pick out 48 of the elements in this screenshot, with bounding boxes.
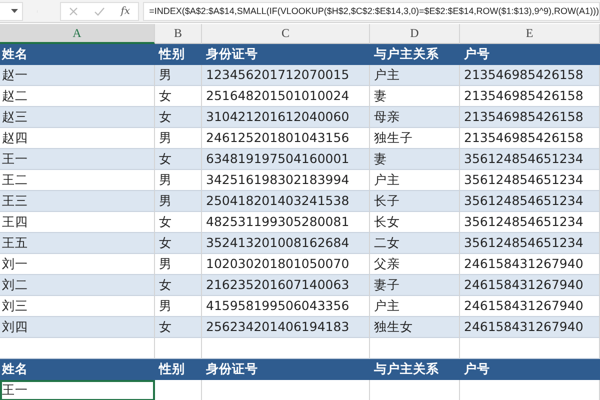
table-cell: 独生女: [370, 317, 460, 338]
header-cell: 身份证号: [202, 359, 370, 380]
table-cell: 王五: [0, 233, 155, 254]
table-cell: 刘四: [0, 317, 155, 338]
table-cell: 246158431267940: [460, 275, 600, 296]
check-icon[interactable]: [94, 6, 105, 16]
table-cell: 女: [155, 107, 202, 128]
table-cell: 213546985426158: [460, 107, 600, 128]
table-cell: 213546985426158: [460, 65, 600, 86]
table-cell: 246158431267940: [460, 317, 600, 338]
table-cell: 母亲: [370, 107, 460, 128]
table-cell: 男: [155, 65, 202, 86]
table-cell: 妻子: [370, 275, 460, 296]
table-cell: 216235201607140063: [202, 275, 370, 296]
table-cell: 256234201406194183: [202, 317, 370, 338]
header-cell: 与户主关系: [370, 359, 460, 380]
table-cell[interactable]: 王一: [0, 380, 155, 400]
table-cell: 王一: [0, 149, 155, 170]
column-header[interactable]: A: [0, 24, 155, 44]
table-cell: 二女: [370, 233, 460, 254]
table-cell: 女: [155, 149, 202, 170]
table-cell: 男: [155, 191, 202, 212]
table-cell: 356124854651234: [460, 149, 600, 170]
header-cell: 姓名: [0, 359, 155, 380]
table-cell: 刘二: [0, 275, 155, 296]
table-cell: 长子: [370, 191, 460, 212]
formula-field[interactable]: =INDEX($A$2:$A$14,SMALL(IF(VLOOKUP($H$2,$C$2:$E$14,3,0)=$E$2:$E$14,ROW($1:$13),9^9),ROW(A1))): [143, 2, 600, 20]
table-cell: 赵一: [0, 65, 155, 86]
table-cell: 356124854651234: [460, 233, 600, 254]
table-cell: 250418201403241538: [202, 191, 370, 212]
table-cell: 女: [155, 233, 202, 254]
table-cell: 女: [155, 275, 202, 296]
table-cell: 352413201008162684: [202, 233, 370, 254]
header-cell: 性别: [155, 359, 202, 380]
table-cell: 户主: [370, 65, 460, 86]
name-box[interactable]: [0, 2, 24, 20]
insert-function-button[interactable]: fx: [120, 6, 130, 16]
table-cell: 王三: [0, 191, 155, 212]
caret-icon[interactable]: [11, 9, 18, 13]
table-cell: 女: [155, 317, 202, 338]
table-cell: 妻: [370, 149, 460, 170]
table-cell: 赵三: [0, 107, 155, 128]
table-cell: 356124854651234: [460, 191, 600, 212]
cancel-icon[interactable]: [68, 6, 78, 16]
table-cell: 310421201612040060: [202, 107, 370, 128]
table-cell: 123456201712070015: [202, 65, 370, 86]
table-cell: 634819197504160001: [202, 149, 370, 170]
header-cell: 户号: [460, 359, 600, 380]
